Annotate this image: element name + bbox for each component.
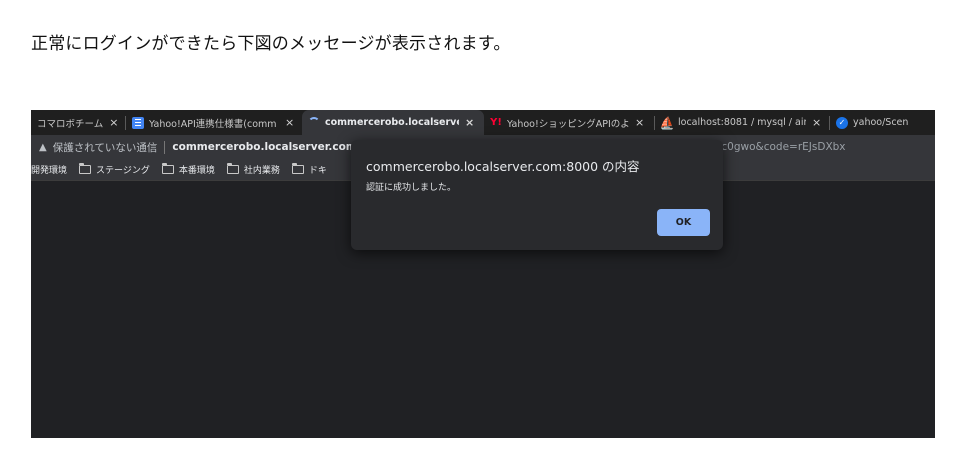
tab-title: yahoo/Scen: [853, 117, 909, 128]
address-divider: [164, 140, 166, 154]
tab-yahoo-scen[interactable]: ✓ yahoo/Scen: [830, 110, 930, 135]
tab-komarobo-team[interactable]: コマロボチーム ×: [31, 110, 125, 135]
tab-title: localhost:8081 / mysql / air: [678, 117, 806, 128]
bookmark-label: ドキ: [308, 166, 327, 176]
close-icon[interactable]: ×: [812, 116, 821, 129]
page-caption: 正常にログインができたら下図のメッセージが表示されます。: [31, 34, 511, 54]
bookmark-label: ステージング: [96, 166, 150, 176]
check-circle-icon: ✓: [836, 116, 848, 129]
bookmark-label: 社内業務: [243, 166, 280, 176]
bookmark-production[interactable]: 本番環境: [161, 163, 215, 176]
bookmark-docs[interactable]: ドキ: [291, 163, 327, 176]
phpmyadmin-icon: ⛵: [659, 115, 675, 130]
ok-button[interactable]: OK: [657, 209, 710, 236]
warning-icon[interactable]: ▲: [39, 142, 47, 153]
docs-icon: [132, 116, 144, 129]
not-secure-label[interactable]: 保護されていない通信: [53, 140, 158, 155]
tab-phpmyadmin[interactable]: ⛵ localhost:8081 / mysql / air ×: [655, 110, 829, 135]
folder-icon: [161, 163, 174, 174]
tab-yahoo-api-spec[interactable]: Yahoo!API連携仕様書(comm ×: [126, 110, 302, 135]
alert-dialog: commercerobo.localserver.com:8000 の内容 認証…: [351, 140, 723, 250]
tab-title: Yahoo!API連携仕様書(comm: [149, 118, 277, 130]
tab-title: コマロボチーム: [37, 118, 104, 130]
folder-icon: [79, 163, 92, 174]
bookmark-internal-work[interactable]: 社内業務: [226, 163, 280, 176]
browser-window: コマロボチーム × Yahoo!API連携仕様書(comm × commerce…: [31, 110, 935, 438]
close-icon[interactable]: ×: [285, 116, 294, 129]
url-host: commercerobo.localserver.com: [172, 141, 357, 153]
loading-spinner-icon: [308, 116, 320, 129]
tab-title: Yahoo!ショッピングAPIのよく: [507, 118, 629, 130]
folder-icon: [291, 163, 304, 174]
tab-strip: コマロボチーム × Yahoo!API連携仕様書(comm × commerce…: [31, 110, 935, 135]
close-icon[interactable]: ×: [109, 116, 118, 129]
yahoo-icon: Y!: [490, 117, 502, 128]
dialog-title: commercerobo.localserver.com:8000 の内容: [366, 159, 640, 174]
folder-icon: [226, 163, 239, 174]
bookmark-label: 本番環境: [178, 166, 215, 176]
tab-yahoo-shopping-api[interactable]: Y! Yahoo!ショッピングAPIのよく ×: [484, 110, 654, 135]
tab-title: commercerobo.localserver: [325, 117, 459, 128]
bookmark-dev-env[interactable]: 開発環境: [31, 163, 67, 176]
close-icon[interactable]: ×: [465, 116, 474, 129]
close-icon[interactable]: ×: [635, 116, 644, 129]
dialog-message: 認証に成功しました。: [366, 183, 457, 193]
bookmark-label: 開発環境: [31, 166, 68, 176]
tab-commercerobo-active[interactable]: commercerobo.localserver ×: [302, 110, 484, 135]
bookmark-staging[interactable]: ステージング: [79, 163, 150, 176]
